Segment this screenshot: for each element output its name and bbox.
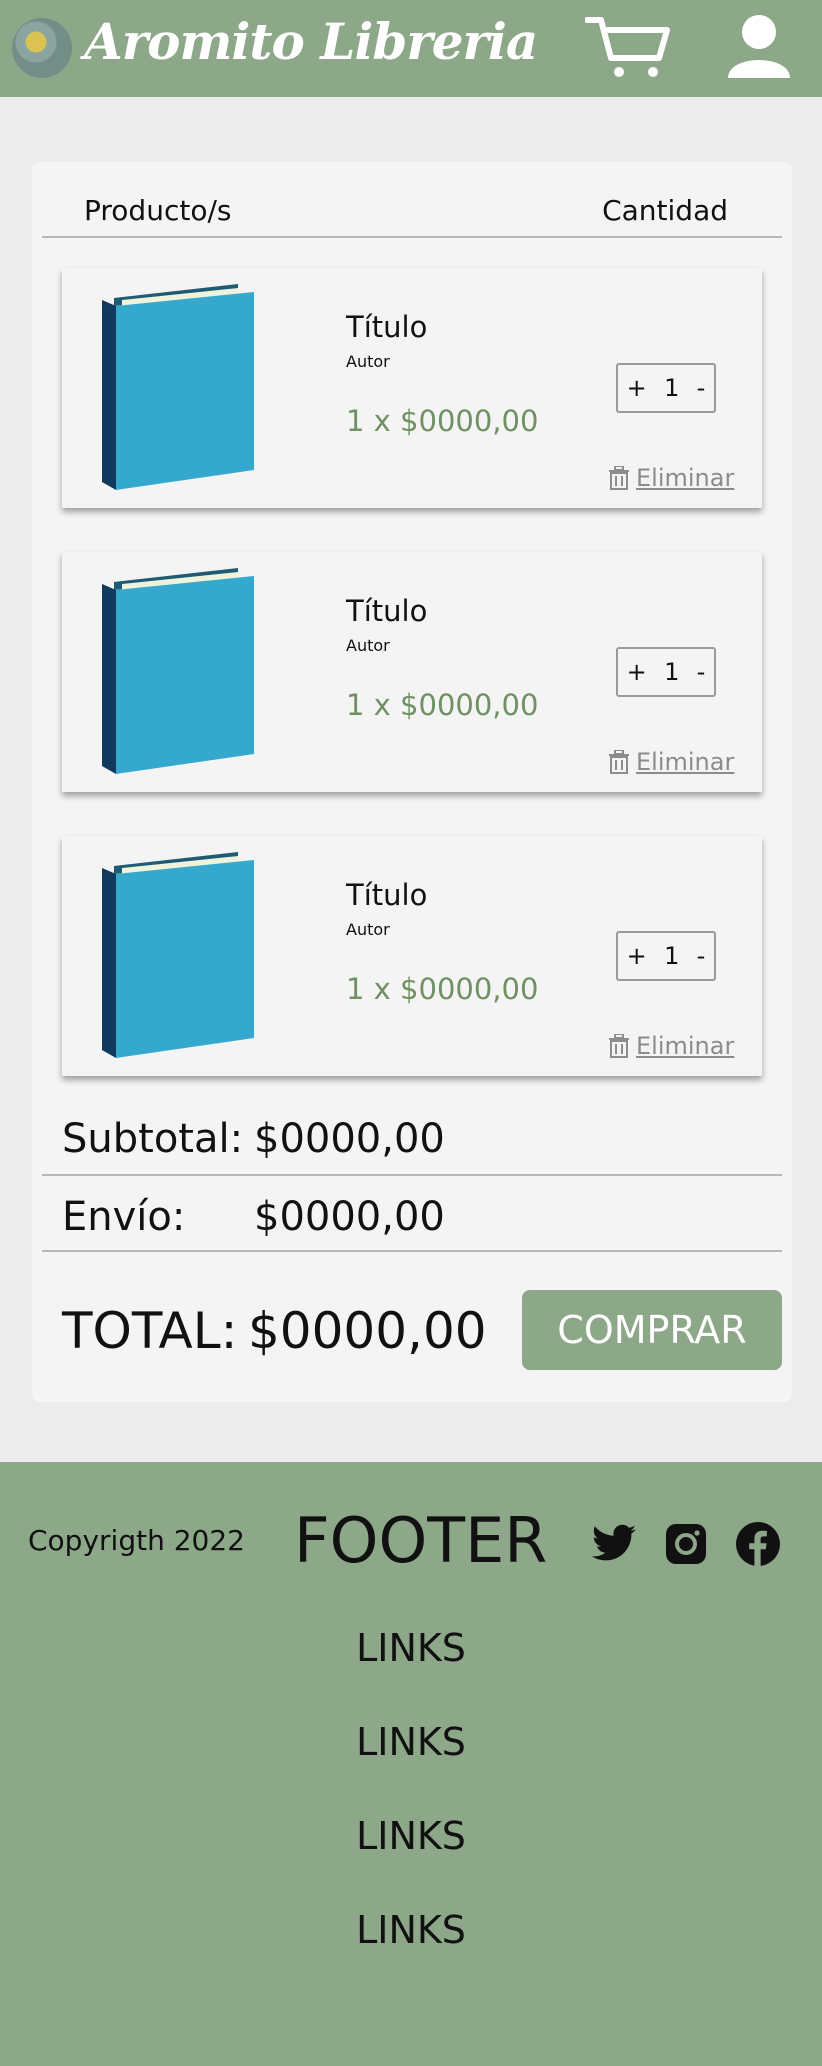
item-price: 1 x $0000,00 xyxy=(346,688,539,722)
brand-name[interactable]: Aromito Libreria xyxy=(84,12,538,71)
item-price: 1 x $0000,00 xyxy=(346,404,539,438)
subtotal-divider xyxy=(42,1174,782,1176)
delete-button[interactable]: Eliminar xyxy=(608,1032,734,1060)
book-icon xyxy=(102,568,254,774)
trash-icon xyxy=(609,750,629,774)
cart-panel: Producto/s Cantidad Título Autor 1 x $00… xyxy=(32,162,792,1402)
quantity-stepper: + 1 - xyxy=(616,647,716,697)
qty-value: 1 xyxy=(664,658,680,686)
qty-decrement-button[interactable]: - xyxy=(697,374,706,402)
trash-icon xyxy=(609,1034,629,1058)
envio-label: Envío: xyxy=(62,1194,186,1240)
twitter-icon[interactable] xyxy=(590,1520,638,1568)
qty-decrement-button[interactable]: - xyxy=(697,942,706,970)
logo-icon[interactable] xyxy=(12,18,72,78)
footer-title: FOOTER xyxy=(294,1504,548,1577)
envio-value: $0000,00 xyxy=(254,1194,445,1240)
book-icon xyxy=(102,852,254,1058)
column-header-producto: Producto/s xyxy=(84,194,232,227)
column-header-cantidad: Cantidad xyxy=(602,194,728,227)
total-label: TOTAL: xyxy=(62,1302,238,1360)
facebook-icon[interactable] xyxy=(734,1520,782,1568)
qty-increment-button[interactable]: + xyxy=(627,658,647,686)
quantity-stepper: + 1 - xyxy=(616,931,716,981)
footer-link[interactable]: LINKS xyxy=(0,1814,822,1858)
cart-item: Título Autor 1 x $0000,00 + 1 - Eliminar xyxy=(62,552,762,792)
cart-item: Título Autor 1 x $0000,00 + 1 - Eliminar xyxy=(62,836,762,1076)
qty-value: 1 xyxy=(664,374,680,402)
buy-button[interactable]: COMPRAR xyxy=(522,1290,782,1370)
item-title: Título xyxy=(346,310,428,344)
envio-divider xyxy=(42,1250,782,1252)
delete-button[interactable]: Eliminar xyxy=(608,464,734,492)
item-title: Título xyxy=(346,878,428,912)
item-title: Título xyxy=(346,594,428,628)
footer-link[interactable]: LINKS xyxy=(0,1626,822,1670)
site-header: Aromito Libreria xyxy=(0,0,822,97)
cart-item: Título Autor 1 x $0000,00 + 1 - Eliminar xyxy=(62,268,762,508)
delete-label: Eliminar xyxy=(636,464,735,492)
qty-value: 1 xyxy=(664,942,680,970)
delete-button[interactable]: Eliminar xyxy=(608,748,734,776)
subtotal-label: Subtotal: xyxy=(62,1116,244,1162)
delete-label: Eliminar xyxy=(636,748,735,776)
qty-increment-button[interactable]: + xyxy=(627,942,647,970)
total-value: $0000,00 xyxy=(248,1302,487,1360)
delete-label: Eliminar xyxy=(636,1032,735,1060)
trash-icon xyxy=(609,466,629,490)
footer-link[interactable]: LINKS xyxy=(0,1720,822,1764)
book-icon xyxy=(102,284,254,490)
copyright-text: Copyrigth 2022 xyxy=(28,1524,245,1557)
instagram-icon[interactable] xyxy=(662,1520,710,1568)
qty-increment-button[interactable]: + xyxy=(627,374,647,402)
item-price: 1 x $0000,00 xyxy=(346,972,539,1006)
footer-link[interactable]: LINKS xyxy=(0,1908,822,1952)
header-divider xyxy=(42,236,782,238)
qty-decrement-button[interactable]: - xyxy=(697,658,706,686)
item-author: Autor xyxy=(346,920,390,939)
item-author: Autor xyxy=(346,352,390,371)
user-icon[interactable] xyxy=(726,14,792,80)
cart-icon[interactable] xyxy=(585,14,671,80)
item-author: Autor xyxy=(346,636,390,655)
subtotal-value: $0000,00 xyxy=(254,1116,445,1162)
quantity-stepper: + 1 - xyxy=(616,363,716,413)
site-footer: Copyrigth 2022 FOOTER LINKS LINKS LINKS … xyxy=(0,1462,822,2066)
